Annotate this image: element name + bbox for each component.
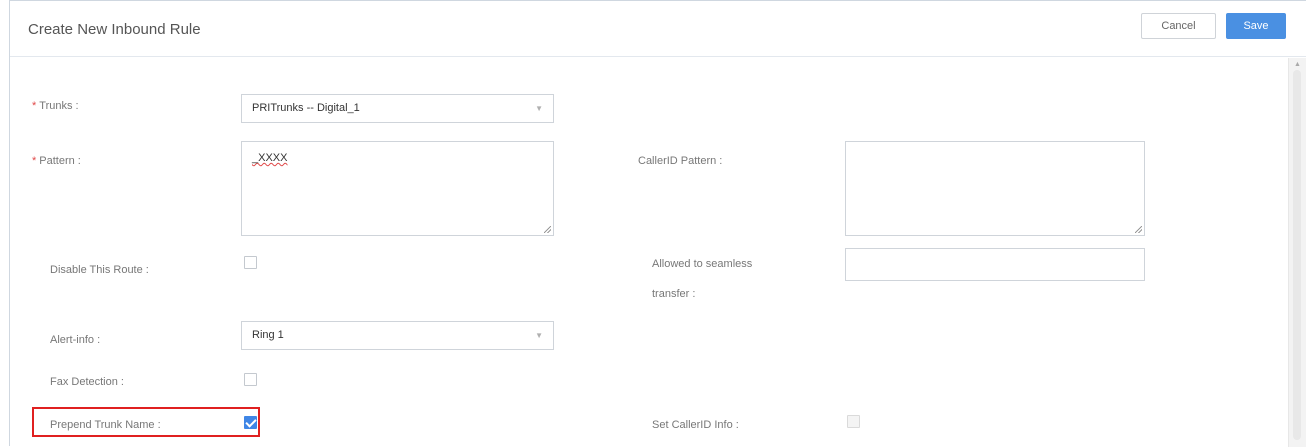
dialog-frame: Create New Inbound Rule Cancel Save * Tru… — [9, 0, 1306, 447]
alert-info-select[interactable]: Ring 1 ▼ — [241, 321, 554, 350]
trunks-label: * Trunks : — [32, 100, 79, 112]
allowed-seamless-label-line2: transfer : — [652, 288, 696, 300]
pattern-label-text: Pattern : — [39, 155, 81, 167]
required-mark: * — [32, 100, 37, 112]
dialog-title: Create New Inbound Rule — [28, 21, 201, 38]
resize-handle-icon[interactable] — [1135, 226, 1142, 233]
dialog-header: Create New Inbound Rule Cancel Save — [10, 1, 1306, 57]
vertical-scrollbar[interactable]: ▲ — [1288, 58, 1306, 447]
alert-info-label: Alert-info : — [50, 334, 101, 346]
fax-detection-checkbox[interactable] — [244, 373, 257, 386]
callerid-pattern-label: CallerID Pattern : — [638, 155, 723, 167]
pattern-label: * Pattern : — [32, 155, 81, 167]
cancel-button[interactable]: Cancel — [1141, 13, 1216, 39]
disable-route-checkbox[interactable] — [244, 256, 257, 269]
set-callerid-info-label: Set CallerID Info : — [652, 419, 739, 431]
allowed-seamless-input[interactable] — [845, 248, 1145, 281]
highlight-box — [32, 407, 260, 437]
form-content: * Trunks : PRITrunks -- Digital_1 ▼ * Patt… — [10, 58, 1289, 447]
pattern-textarea[interactable]: _XXXX — [241, 141, 554, 236]
arrow-up-icon[interactable]: ▲ — [1294, 61, 1301, 68]
chevron-down-icon: ▼ — [535, 331, 543, 340]
pattern-value: _XXXX — [252, 152, 288, 164]
trunks-select[interactable]: PRITrunks -- Digital_1 ▼ — [241, 94, 554, 123]
trunks-label-text: Trunks : — [39, 100, 79, 112]
scrollbar-thumb[interactable] — [1293, 70, 1301, 440]
callerid-pattern-textarea[interactable] — [845, 141, 1145, 236]
save-button[interactable]: Save — [1226, 13, 1286, 39]
allowed-seamless-label-line1: Allowed to seamless — [652, 258, 753, 270]
chevron-down-icon: ▼ — [535, 104, 543, 113]
disable-route-label: Disable This Route : — [50, 264, 149, 276]
fax-detection-label: Fax Detection : — [50, 376, 124, 388]
set-callerid-info-checkbox[interactable] — [847, 415, 860, 428]
required-mark: * — [32, 155, 37, 167]
alert-info-select-value: Ring 1 — [252, 329, 284, 341]
resize-handle-icon[interactable] — [544, 226, 551, 233]
trunks-select-value: PRITrunks -- Digital_1 — [252, 102, 360, 114]
